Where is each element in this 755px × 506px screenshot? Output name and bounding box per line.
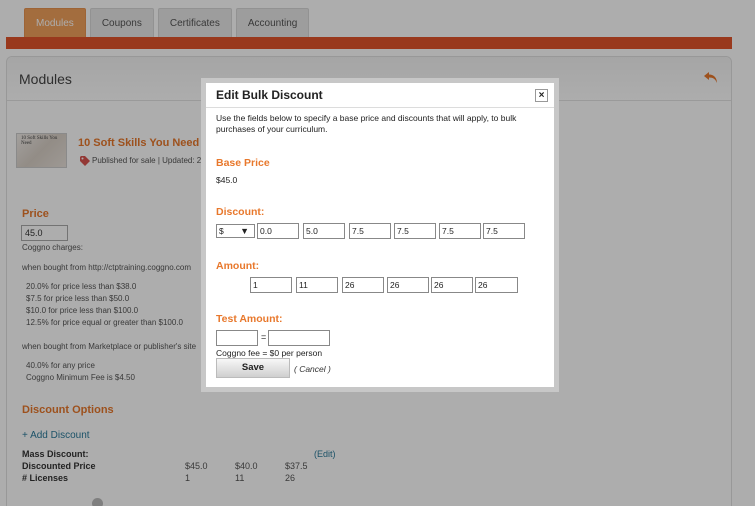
discount-input-6[interactable]: 7.5	[483, 223, 525, 239]
discount-type-value: $	[219, 226, 224, 236]
dialog-description: Use the fields below to specify a base p…	[216, 113, 517, 134]
base-price-heading: Base Price	[216, 157, 270, 169]
dialog-title: Edit Bulk Discount	[216, 88, 323, 102]
discount-input-3[interactable]: 7.5	[349, 223, 391, 239]
close-icon[interactable]: ×	[535, 89, 548, 102]
edit-bulk-discount-dialog: Edit Bulk Discount × Use the fields belo…	[201, 78, 559, 392]
save-button[interactable]: Save	[216, 358, 290, 378]
discount-input-1[interactable]: 0.0	[257, 223, 299, 239]
test-amount-heading: Test Amount:	[216, 313, 283, 325]
discount-input-2[interactable]: 5.0	[303, 223, 345, 239]
discount-heading: Discount:	[216, 206, 265, 218]
cancel-link[interactable]: ( Cancel )	[294, 364, 331, 374]
dialog-header: Edit Bulk Discount ×	[206, 83, 554, 108]
equals-sign: =	[261, 332, 267, 342]
discount-input-5[interactable]: 7.5	[439, 223, 481, 239]
amount-input-1[interactable]: 1	[250, 277, 292, 293]
test-result-field	[268, 330, 330, 346]
amount-input-2[interactable]: 11	[296, 277, 338, 293]
coggno-fee-text: Coggno fee = $0 per person	[216, 348, 323, 358]
amount-input-5[interactable]: 26	[431, 277, 473, 293]
dropdown-arrow-icon: ▼	[240, 226, 249, 236]
discount-type-select[interactable]: $ ▼	[216, 224, 255, 238]
amount-heading: Amount:	[216, 260, 260, 272]
base-price-value: $45.0	[216, 175, 238, 185]
amount-input-6[interactable]: 26	[475, 277, 518, 293]
amount-input-4[interactable]: 26	[387, 277, 429, 293]
test-amount-input[interactable]	[216, 330, 258, 346]
discount-input-4[interactable]: 7.5	[394, 223, 436, 239]
amount-input-3[interactable]: 26	[342, 277, 384, 293]
